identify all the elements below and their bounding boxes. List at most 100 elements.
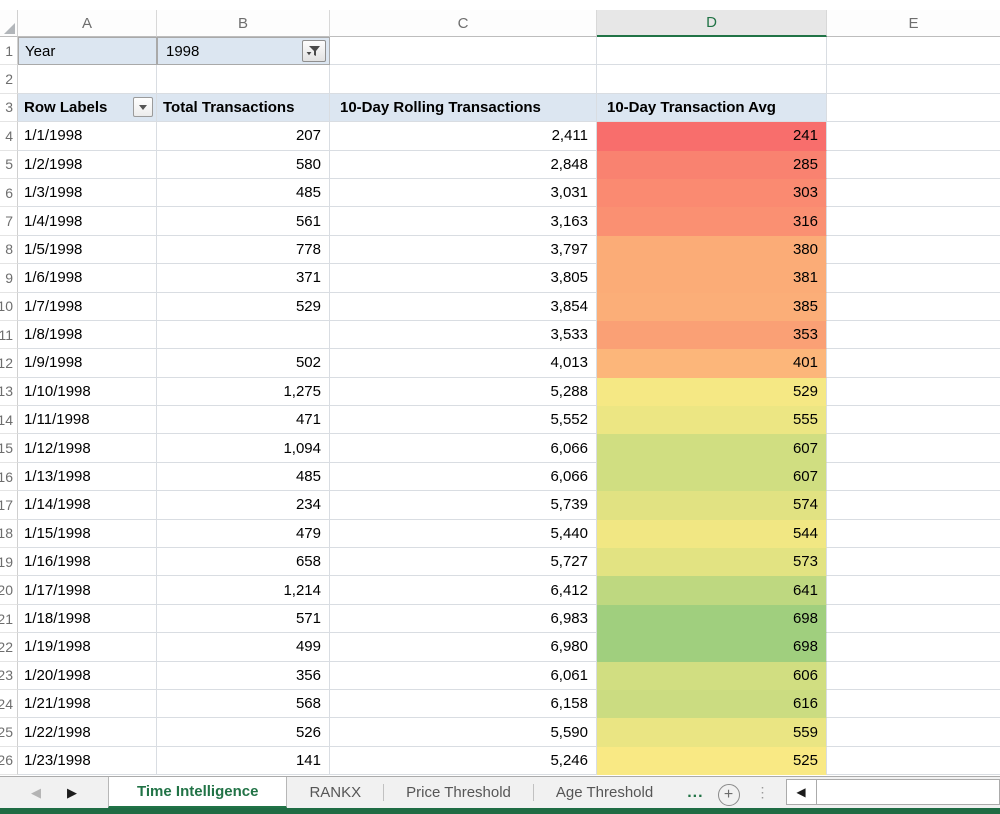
cell-rolling-transactions[interactable]: 6,983: [330, 604, 597, 634]
more-sheets-button[interactable]: ...: [675, 777, 715, 808]
cell-transaction-avg[interactable]: 401: [597, 349, 827, 378]
cell-c2[interactable]: [330, 65, 597, 94]
row-number[interactable]: 16: [0, 462, 18, 492]
cell-transaction-avg[interactable]: 525: [597, 746, 827, 776]
cell-rolling-transactions[interactable]: 6,066: [330, 462, 597, 492]
cell-transaction-avg[interactable]: 241: [597, 122, 827, 151]
cell-date[interactable]: 1/11/1998: [18, 406, 157, 435]
row-number[interactable]: 7: [0, 207, 18, 236]
row-number[interactable]: 6: [0, 178, 18, 208]
scroll-left-button[interactable]: ◀: [786, 780, 817, 804]
row-number[interactable]: 14: [0, 406, 18, 435]
cell-transaction-avg[interactable]: 574: [597, 491, 827, 520]
cell-transaction-avg[interactable]: 555: [597, 406, 827, 435]
cell-transaction-avg[interactable]: 544: [597, 519, 827, 549]
cell-transaction-avg[interactable]: 381: [597, 264, 827, 293]
row-number[interactable]: 20: [0, 576, 18, 605]
cell-total-transactions[interactable]: 778: [157, 235, 330, 265]
cell-date[interactable]: 1/14/1998: [18, 491, 157, 520]
new-sheet-button[interactable]: +: [717, 781, 740, 808]
cell-total-transactions[interactable]: 479: [157, 519, 330, 549]
cell-empty-e[interactable]: [827, 406, 1000, 435]
cell-d3-header[interactable]: 10-Day Transaction Avg: [597, 93, 827, 123]
cell-rolling-transactions[interactable]: 5,440: [330, 519, 597, 549]
cell-total-transactions[interactable]: 356: [157, 661, 330, 690]
cell-d1[interactable]: [597, 37, 827, 66]
column-header-b[interactable]: B: [157, 10, 330, 37]
cell-rolling-transactions[interactable]: 3,163: [330, 207, 597, 236]
row-number[interactable]: 1: [0, 37, 18, 66]
next-sheet-arrow-icon[interactable]: ▶: [67, 786, 77, 799]
cell-date[interactable]: 1/15/1998: [18, 519, 157, 549]
cell-rolling-transactions[interactable]: 6,980: [330, 633, 597, 662]
cell-empty-e[interactable]: [827, 519, 1000, 549]
cell-total-transactions[interactable]: 529: [157, 292, 330, 321]
cell-empty-e[interactable]: [827, 150, 1000, 179]
cell-total-transactions[interactable]: 1,275: [157, 377, 330, 407]
row-number[interactable]: 4: [0, 122, 18, 151]
cell-date[interactable]: 1/23/1998: [18, 746, 157, 776]
cell-total-transactions[interactable]: 580: [157, 150, 330, 179]
tab-age-threshold[interactable]: Age Threshold: [534, 777, 675, 808]
cell-date[interactable]: 1/6/1998: [18, 264, 157, 293]
cell-empty-e[interactable]: [827, 576, 1000, 605]
cell-rolling-transactions[interactable]: 5,552: [330, 406, 597, 435]
cell-date[interactable]: 1/9/1998: [18, 349, 157, 378]
cell-total-transactions[interactable]: 471: [157, 406, 330, 435]
cell-rolling-transactions[interactable]: 6,061: [330, 661, 597, 690]
cell-date[interactable]: 1/22/1998: [18, 718, 157, 747]
cell-transaction-avg[interactable]: 573: [597, 548, 827, 577]
previous-sheet-arrow-icon[interactable]: ◀: [31, 786, 41, 799]
cell-empty-e[interactable]: [827, 689, 1000, 719]
cell-transaction-avg[interactable]: 698: [597, 633, 827, 662]
cell-empty-e[interactable]: [827, 434, 1000, 463]
cell-rolling-transactions[interactable]: 2,411: [330, 122, 597, 151]
cell-total-transactions[interactable]: 526: [157, 718, 330, 747]
tab-bar-options-dots-icon[interactable]: ⋮: [746, 777, 780, 808]
cell-total-transactions[interactable]: 658: [157, 548, 330, 577]
cell-empty-e[interactable]: [827, 264, 1000, 293]
cell-transaction-avg[interactable]: 353: [597, 320, 827, 350]
cell-date[interactable]: 1/16/1998: [18, 548, 157, 577]
column-header-d-selected[interactable]: D: [597, 10, 827, 37]
tab-time-intelligence[interactable]: Time Intelligence: [108, 777, 288, 808]
cell-date[interactable]: 1/20/1998: [18, 661, 157, 690]
cell-empty-e[interactable]: [827, 661, 1000, 690]
row-number[interactable]: 23: [0, 661, 18, 690]
row-number[interactable]: 19: [0, 548, 18, 577]
cell-rolling-transactions[interactable]: 3,805: [330, 264, 597, 293]
cell-c3-header[interactable]: 10-Day Rolling Transactions: [330, 93, 597, 123]
cell-empty-e[interactable]: [827, 349, 1000, 378]
column-header-c[interactable]: C: [330, 10, 597, 37]
row-number[interactable]: 5: [0, 150, 18, 179]
cell-rolling-transactions[interactable]: 6,158: [330, 689, 597, 719]
cell-transaction-avg[interactable]: 641: [597, 576, 827, 605]
column-header-e[interactable]: E: [827, 10, 1000, 37]
cell-rolling-transactions[interactable]: 3,533: [330, 320, 597, 350]
cell-total-transactions[interactable]: 141: [157, 746, 330, 776]
cell-transaction-avg[interactable]: 529: [597, 377, 827, 407]
cell-empty-e[interactable]: [827, 377, 1000, 407]
cell-transaction-avg[interactable]: 316: [597, 207, 827, 236]
row-number[interactable]: 15: [0, 434, 18, 463]
cell-date[interactable]: 1/19/1998: [18, 633, 157, 662]
cell-date[interactable]: 1/5/1998: [18, 235, 157, 265]
cell-total-transactions[interactable]: [157, 320, 330, 350]
tab-price-threshold[interactable]: Price Threshold: [384, 777, 533, 808]
cell-empty-e[interactable]: [827, 491, 1000, 520]
cell-transaction-avg[interactable]: 303: [597, 178, 827, 208]
cell-total-transactions[interactable]: 207: [157, 122, 330, 151]
cell-total-transactions[interactable]: 234: [157, 491, 330, 520]
row-number[interactable]: 25: [0, 718, 18, 747]
cell-a1-filter-label[interactable]: Year: [18, 37, 157, 66]
cell-transaction-avg[interactable]: 285: [597, 150, 827, 179]
row-number[interactable]: 3: [0, 93, 18, 123]
cell-d2[interactable]: [597, 65, 827, 94]
row-number[interactable]: 12: [0, 349, 18, 378]
cell-transaction-avg[interactable]: 380: [597, 235, 827, 265]
row-number[interactable]: 22: [0, 633, 18, 662]
cell-empty-e[interactable]: [827, 122, 1000, 151]
row-number[interactable]: 2: [0, 65, 18, 94]
cell-empty-e[interactable]: [827, 633, 1000, 662]
cell-rolling-transactions[interactable]: 5,246: [330, 746, 597, 776]
